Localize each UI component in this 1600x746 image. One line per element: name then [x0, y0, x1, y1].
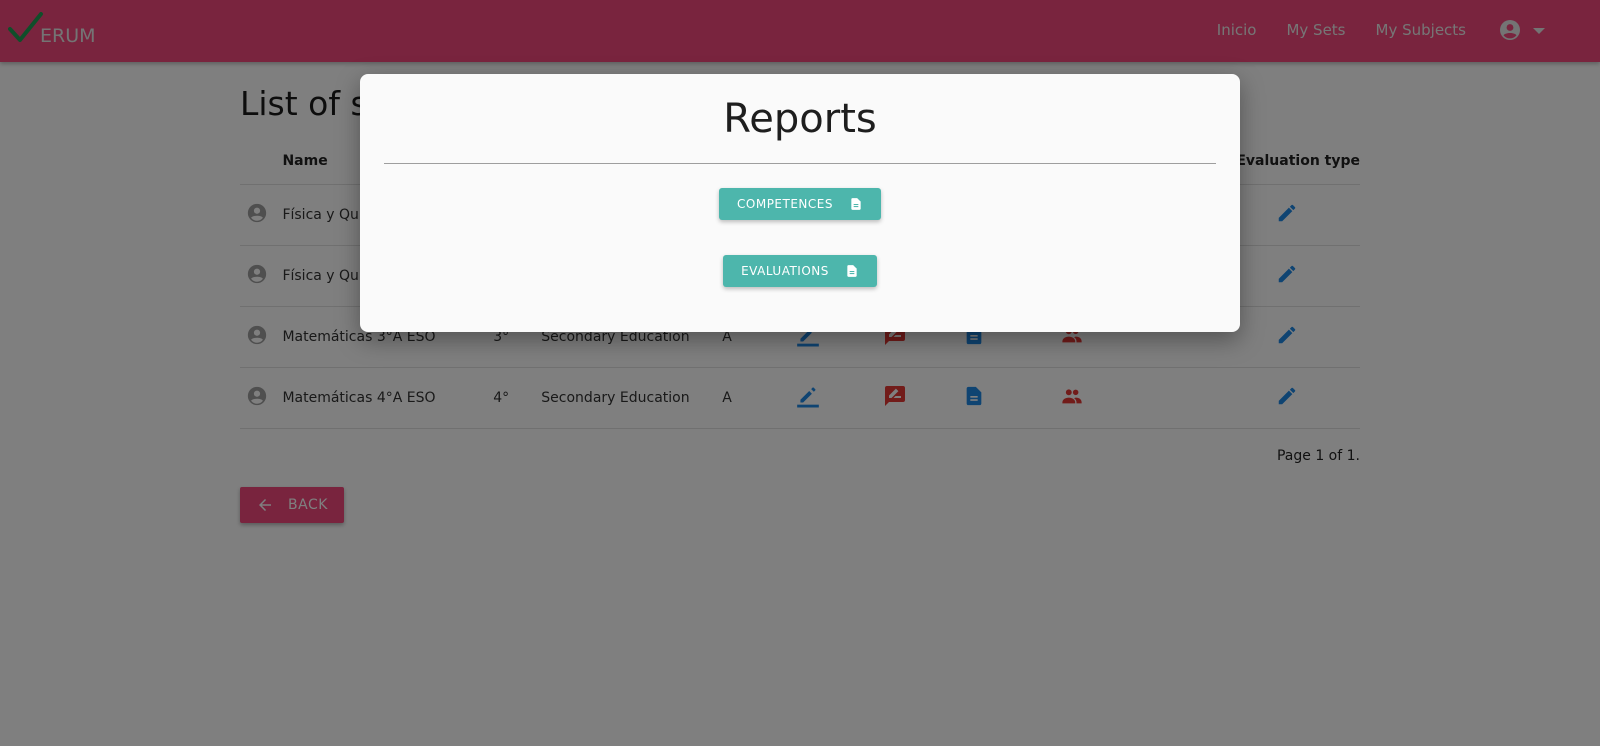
evaluations-button-label: EVALUATIONS	[741, 264, 829, 278]
description-icon	[847, 265, 857, 277]
modal-title: Reports	[723, 96, 877, 142]
modal-divider	[384, 163, 1216, 164]
evaluations-report-button[interactable]: EVALUATIONS	[723, 255, 877, 287]
competences-report-button[interactable]: COMPETENCES	[719, 188, 881, 220]
reports-modal: Reports COMPETENCES EVALUATIONS	[360, 74, 1240, 332]
competences-button-label: COMPETENCES	[737, 197, 833, 211]
description-icon	[851, 198, 861, 210]
